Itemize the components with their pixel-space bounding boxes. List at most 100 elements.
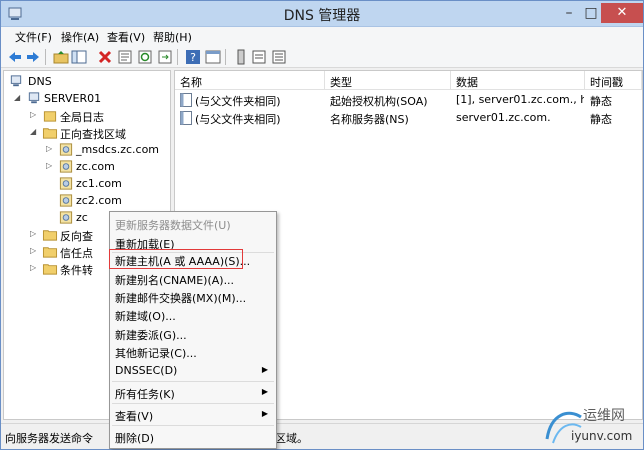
column-header-type[interactable]: 类型 [325, 71, 451, 90]
toolbar-separator [177, 49, 178, 65]
menu-all-tasks-label: 所有任务(K) [115, 388, 175, 401]
menu-dnssec[interactable]: DNSSEC(D) ▶ [110, 361, 276, 380]
submenu-arrow-icon: ▶ [261, 365, 268, 374]
record-icon [180, 111, 192, 125]
submenu-arrow-icon: ▶ [261, 409, 268, 418]
tree-label: 正向查找区域 [60, 128, 126, 141]
up-folder-icon[interactable] [53, 49, 69, 65]
help-icon[interactable]: ? [185, 49, 201, 65]
table-row[interactable]: (与父文件夹相同) 起始授权机构(SOA) [1], server01.zc.c… [175, 91, 642, 109]
menu-view[interactable]: 查看(V) ▶ [110, 405, 276, 424]
zone-icon [59, 177, 73, 190]
cell-timestamp: 静态 [590, 95, 612, 108]
cell-timestamp: 静态 [590, 113, 612, 126]
properties-icon[interactable] [117, 49, 133, 65]
export-icon[interactable] [157, 49, 173, 65]
menu-delete[interactable]: 删除(D) [110, 427, 276, 446]
toolbar-separator [225, 49, 226, 65]
watermark-brand: 运维网 [583, 408, 625, 424]
menu-separator [112, 403, 274, 404]
cell-data: [1], server01.zc.com., h... [456, 93, 584, 106]
menu-new-mail-exchanger[interactable]: 新建邮件交换器(MX)(M)... [110, 287, 276, 306]
watermark: 运维网 iyunv.com [541, 403, 641, 449]
log-folder-icon [43, 111, 57, 122]
forward-icon[interactable] [25, 49, 41, 65]
show-hide-tree-icon[interactable] [71, 49, 87, 65]
collapse-icon[interactable]: ◢ [30, 127, 40, 137]
column-header-timestamp[interactable]: 时间戳 [585, 71, 642, 90]
folder-icon [42, 247, 58, 258]
column-header-data[interactable]: 数据 [451, 71, 585, 90]
delete-icon[interactable] [97, 49, 113, 65]
menu-dnssec-label: DNSSEC(D) [115, 364, 178, 377]
menu-file[interactable]: 文件(F) [15, 29, 52, 45]
status-text-tail: 区域。 [275, 432, 308, 445]
dns-icon [10, 75, 22, 87]
menu-new-delegation[interactable]: 新建委派(G)... [110, 324, 276, 343]
toolbar-separator [45, 49, 46, 65]
dns-manager-window: DNS 管理器 – □ ✕ 文件(F) 操作(A) 查看(V) 帮助(H) ? … [0, 0, 644, 450]
tree-label: zc1.com [76, 177, 122, 190]
expand-icon[interactable]: ▷ [30, 263, 40, 273]
expand-icon[interactable]: ▷ [46, 161, 56, 171]
expand-icon[interactable]: ▷ [30, 229, 40, 239]
refresh-icon[interactable] [137, 49, 153, 65]
expand-icon[interactable]: ▷ [46, 144, 56, 154]
tree-label: 条件转 [60, 264, 93, 277]
expand-icon[interactable]: ▷ [30, 110, 40, 120]
menu-view-label: 查看(V) [115, 410, 154, 423]
menu-separator [112, 425, 274, 426]
window-title: DNS 管理器 [283, 8, 361, 24]
console-icon[interactable] [205, 49, 221, 65]
status-text: 向服务器发送命令 [5, 432, 93, 445]
cell-name: (与父文件夹相同) [195, 113, 281, 126]
record-icon [180, 93, 192, 107]
collapse-icon[interactable]: ◢ [14, 93, 24, 103]
table-row[interactable]: (与父文件夹相同) 名称服务器(NS) server01.zc.com. 静态 [175, 109, 642, 127]
menu-help[interactable]: 帮助(H) [153, 29, 192, 45]
cell-name: (与父文件夹相同) [195, 95, 281, 108]
back-icon[interactable] [7, 49, 23, 65]
zone-icon [59, 194, 73, 207]
toolbar: ? [1, 46, 643, 68]
tree-label: 全局日志 [60, 111, 104, 124]
menu-new-domain[interactable]: 新建域(O)... [110, 305, 276, 324]
svg-text:?: ? [190, 51, 196, 64]
tree-label: zc [76, 211, 88, 224]
cell-type: 名称服务器(NS) [330, 113, 409, 126]
folder-icon [42, 264, 58, 275]
highlight-annotation-box [109, 249, 243, 269]
menu-all-tasks[interactable]: 所有任务(K) ▶ [110, 383, 276, 402]
tree-label: 信任点 [60, 247, 93, 260]
menu-action[interactable]: 操作(A) [61, 29, 99, 45]
menu-other-new-records[interactable]: 其他新记录(C)... [110, 342, 276, 361]
menu-view[interactable]: 查看(V) [107, 29, 145, 45]
folder-icon [42, 230, 58, 241]
context-menu: 更新服务器数据文件(U) 重新加载(E) 新建主机(A 或 AAAA)(S)..… [109, 211, 277, 449]
menu-separator [112, 381, 274, 382]
close-button[interactable]: ✕ [601, 3, 643, 23]
tree-label: SERVER01 [44, 92, 102, 105]
title-bar[interactable]: DNS 管理器 – □ ✕ [1, 1, 643, 27]
tree-label: _msdcs.zc.com [76, 143, 160, 156]
submenu-arrow-icon: ▶ [261, 387, 268, 396]
watermark-url: iyunv.com [571, 429, 633, 443]
expand-icon[interactable]: ▷ [30, 246, 40, 256]
cell-type: 起始授权机构(SOA) [330, 95, 428, 108]
zone-icon [59, 211, 73, 224]
server-icon[interactable] [233, 49, 249, 65]
column-header-name[interactable]: 名称 [175, 71, 325, 90]
folder-icon [42, 128, 58, 139]
server-icon [28, 92, 40, 104]
list-icon[interactable] [251, 49, 267, 65]
tree-label: zc.com [76, 160, 115, 173]
menu-update-server-data-file[interactable]: 更新服务器数据文件(U) [110, 214, 276, 233]
tree-label: DNS [28, 75, 52, 88]
menu-bar: 文件(F) 操作(A) 查看(V) 帮助(H) [1, 27, 643, 46]
tree-label: zc2.com [76, 194, 122, 207]
zone-icon [59, 143, 73, 156]
details-icon[interactable] [271, 49, 287, 65]
zone-icon [59, 160, 73, 173]
menu-new-alias[interactable]: 新建别名(CNAME)(A)... [110, 269, 276, 288]
cell-data: server01.zc.com. [456, 111, 551, 124]
